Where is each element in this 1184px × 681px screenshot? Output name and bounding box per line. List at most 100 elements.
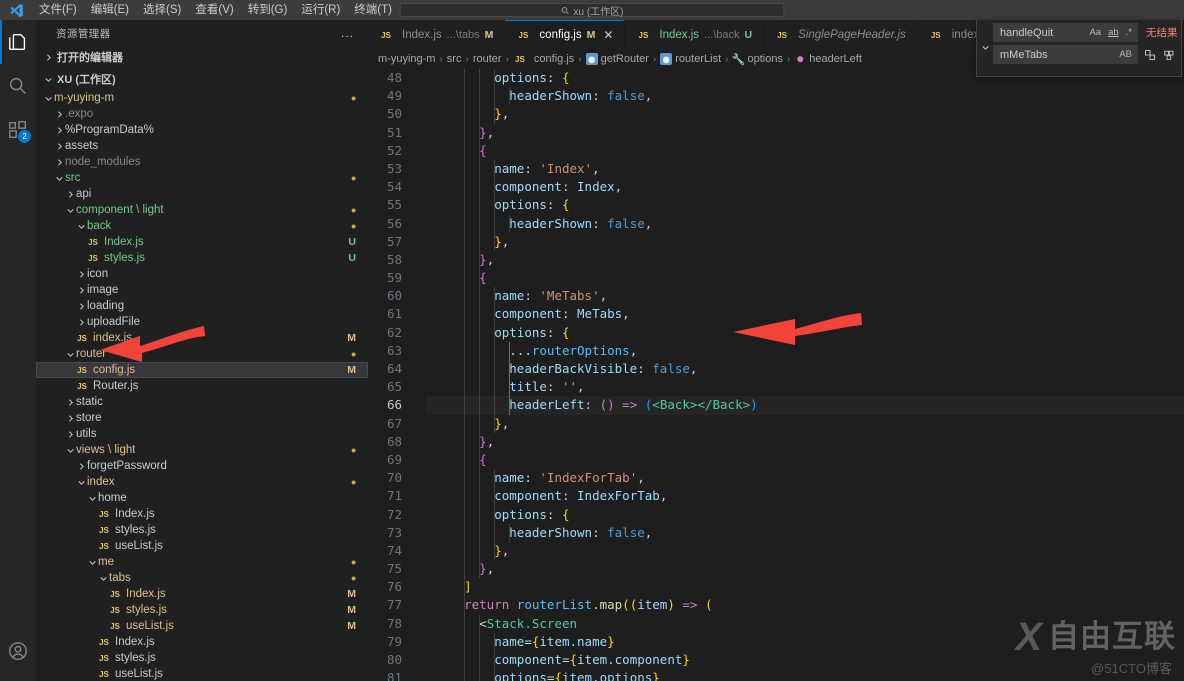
- code-line[interactable]: },: [426, 414, 1184, 433]
- tree-folder-home[interactable]: home: [36, 490, 368, 506]
- editor-tab-config-js-1[interactable]: JS config.js M ✕: [505, 20, 626, 50]
- code-line[interactable]: component: IndexForTab,: [426, 487, 1184, 506]
- breadcrumb-item-m-yuying-m[interactable]: m-yuying-m: [378, 53, 435, 65]
- breadcrumb-item-config-js[interactable]: JS config.js: [513, 53, 574, 65]
- explorer-more-actions[interactable]: ...: [341, 26, 354, 40]
- code-line[interactable]: },: [426, 541, 1184, 561]
- code-line[interactable]: headerShown: false,: [426, 214, 1184, 233]
- code-line[interactable]: name: 'MeTabs',: [426, 287, 1184, 306]
- tree-folder-back[interactable]: back •: [36, 218, 368, 234]
- tree-folder-tabs[interactable]: tabs •: [36, 570, 368, 586]
- editor-tab-singlepageheader-js-3[interactable]: JS SinglePageHeader.js: [764, 20, 918, 50]
- code-line[interactable]: ]: [426, 578, 1184, 597]
- code-line[interactable]: options: {: [426, 505, 1184, 524]
- tree-folder--expo[interactable]: .expo: [36, 106, 368, 122]
- code-line[interactable]: {: [426, 141, 1184, 160]
- code-line[interactable]: headerLeft: () => (<Back></Back>): [426, 396, 1184, 415]
- tree-file-index-js[interactable]: JS Index.js M: [36, 586, 368, 602]
- breadcrumb-item-options[interactable]: 🔧 options: [732, 53, 783, 66]
- breadcrumb-item-getrouter[interactable]: ◉ getRouter: [585, 53, 649, 65]
- section-open-editors[interactable]: 打开的编辑器: [36, 46, 368, 68]
- menu-bar[interactable]: 文件(F) 编辑(E) 选择(S) 查看(V) 转到(G) 运行(R) 终端(T…: [32, 0, 452, 20]
- activity-search[interactable]: [0, 64, 36, 108]
- find-replace-widget[interactable]: handleQuit Aa ab .* 无结果 mMeTabs AB: [976, 20, 1182, 77]
- code-line[interactable]: {: [426, 269, 1184, 288]
- code-line[interactable]: },: [426, 232, 1184, 251]
- tree-folder-forgetpassword[interactable]: forgetPassword: [36, 458, 368, 474]
- replace-all-icon[interactable]: [1162, 47, 1178, 63]
- code-line[interactable]: headerBackVisible: false,: [426, 360, 1184, 379]
- tree-file-index-js[interactable]: JS Index.js U: [36, 234, 368, 250]
- replace-icon[interactable]: [1142, 47, 1158, 63]
- menu-go[interactable]: 转到(G): [241, 0, 295, 20]
- tree-file-index-js[interactable]: JS Index.js: [36, 506, 368, 522]
- tree-folder-static[interactable]: static: [36, 394, 368, 410]
- toggle-replace-chevron-icon[interactable]: [977, 23, 993, 71]
- tree-folder-loading[interactable]: loading: [36, 298, 368, 314]
- tree-file-config-js[interactable]: JS config.js M: [36, 362, 368, 378]
- whole-word-icon[interactable]: ab: [1106, 28, 1121, 38]
- tree-file-index-js[interactable]: JS index.js M: [36, 330, 368, 346]
- fold-column[interactable]: [412, 68, 426, 681]
- activity-account[interactable]: [0, 629, 36, 673]
- tree-folder-uploadfile[interactable]: uploadFile: [36, 314, 368, 330]
- tree-folder-icon[interactable]: icon: [36, 266, 368, 282]
- editor-tab-index-js-0[interactable]: JS Index.js ...\tabs M: [368, 20, 506, 50]
- section-workspace[interactable]: XU (工作区): [36, 68, 368, 90]
- tree-file-uselist-js[interactable]: JS useList.js M: [36, 618, 368, 634]
- tree-folder-me[interactable]: me •: [36, 554, 368, 570]
- tree-folder-api[interactable]: api: [36, 186, 368, 202]
- code-line[interactable]: name: 'IndexForTab',: [426, 469, 1184, 488]
- tree-folder-image[interactable]: image: [36, 282, 368, 298]
- code-line[interactable]: },: [426, 105, 1184, 124]
- code-line[interactable]: {: [426, 450, 1184, 470]
- code-line[interactable]: },: [426, 123, 1184, 142]
- replace-input[interactable]: mMeTabs AB: [993, 45, 1138, 64]
- tree-folder-index[interactable]: index •: [36, 474, 368, 490]
- tree-folder-store[interactable]: store: [36, 410, 368, 426]
- tree-folder-m-yuying-m[interactable]: m-yuying-m •: [36, 90, 368, 106]
- tree-file-styles-js[interactable]: JS styles.js U: [36, 250, 368, 266]
- tree-folder-assets[interactable]: assets: [36, 138, 368, 154]
- code-line[interactable]: },: [426, 560, 1184, 579]
- activity-explorer[interactable]: [0, 20, 36, 64]
- tree-file-styles-js[interactable]: JS styles.js: [36, 650, 368, 666]
- regex-icon[interactable]: .*: [1124, 28, 1134, 38]
- tree-folder-component-light[interactable]: component \ light •: [36, 202, 368, 218]
- code-line[interactable]: headerShown: false,: [426, 87, 1184, 106]
- tree-file-uselist-js[interactable]: JS useList.js: [36, 538, 368, 554]
- file-tree[interactable]: m-yuying-m • .expo %ProgramData% assets node_…: [36, 90, 368, 681]
- command-center-search[interactable]: xu (工作区): [399, 3, 785, 18]
- code-line[interactable]: component: Index,: [426, 178, 1184, 197]
- breadcrumb-item-headerleft[interactable]: ⏺ headerLeft: [794, 52, 862, 66]
- menu-edit[interactable]: 编辑(E): [84, 0, 136, 20]
- code-line[interactable]: component: MeTabs,: [426, 305, 1184, 324]
- find-input[interactable]: handleQuit Aa ab .*: [993, 23, 1138, 42]
- code-line[interactable]: return routerList.map((item) => (: [426, 596, 1184, 615]
- tree-folder--programdata-[interactable]: %ProgramData%: [36, 122, 368, 138]
- tab-close-icon[interactable]: ✕: [603, 29, 613, 41]
- menu-run[interactable]: 运行(R): [294, 0, 347, 20]
- tree-folder-router[interactable]: router •: [36, 346, 368, 362]
- breadcrumb-item-router[interactable]: router: [473, 53, 502, 65]
- preserve-case-icon[interactable]: AB: [1117, 50, 1134, 60]
- code-line[interactable]: ...routerOptions,: [426, 341, 1184, 360]
- tree-folder-utils[interactable]: utils: [36, 426, 368, 442]
- tree-file-uselist-js[interactable]: JS useList.js: [36, 666, 368, 681]
- breadcrumb-item-src[interactable]: src: [447, 53, 462, 65]
- tree-file-index-js[interactable]: JS Index.js: [36, 634, 368, 650]
- find-row[interactable]: handleQuit Aa ab .* 无结果: [993, 23, 1178, 42]
- code-line[interactable]: options: {: [426, 323, 1184, 342]
- editor-tab-index-js-2[interactable]: JS Index.js ...\back U: [625, 20, 765, 50]
- breadcrumb-item-routerlist[interactable]: ◉ routerList: [660, 53, 721, 65]
- tree-folder-src[interactable]: src •: [36, 170, 368, 186]
- tree-folder-node_modules[interactable]: node_modules: [36, 154, 368, 170]
- code-line[interactable]: headerShown: false,: [426, 523, 1184, 542]
- replace-row[interactable]: mMeTabs AB: [993, 45, 1178, 64]
- code-line[interactable]: options: {: [426, 196, 1184, 215]
- menu-view[interactable]: 查看(V): [188, 0, 240, 20]
- tree-file-router-js[interactable]: JS Router.js: [36, 378, 368, 394]
- code-line[interactable]: },: [426, 432, 1184, 451]
- code-line[interactable]: name: 'Index',: [426, 159, 1184, 179]
- code-content[interactable]: options: { headerShown: false, }, }, { n…: [426, 68, 1184, 681]
